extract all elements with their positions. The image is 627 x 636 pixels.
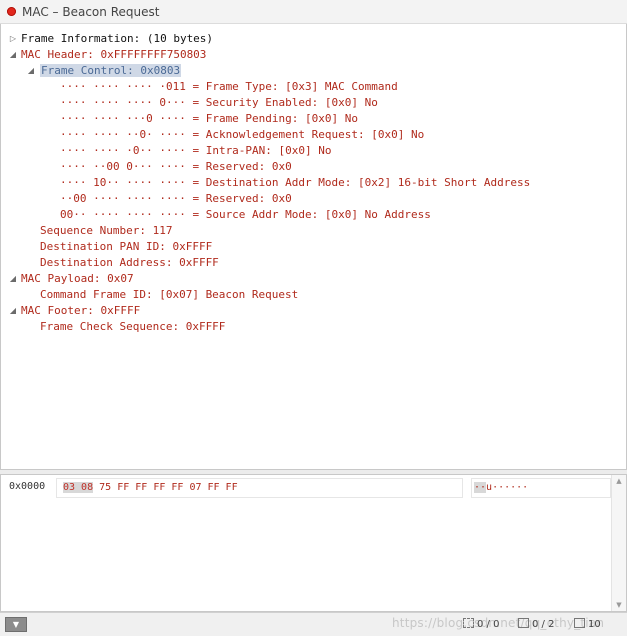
tree-fc-dest-addr-mode[interactable]: ···· 10·· ···· ···· = Destination Addr M… bbox=[60, 175, 530, 191]
hex-vertical-scrollbar[interactable]: ▲ ▼ bbox=[611, 475, 626, 611]
scroll-up-icon[interactable]: ▲ bbox=[612, 475, 626, 487]
status-frames-value: 0 / 0 bbox=[477, 619, 500, 630]
title-bar: MAC – Beacon Request bbox=[0, 0, 627, 24]
collapse-triangle-icon[interactable]: ◢ bbox=[8, 271, 18, 287]
tree-frame-information[interactable]: Frame Information: (10 bytes) bbox=[21, 31, 213, 47]
selected-tree-label: Frame Control: 0x0803 bbox=[40, 64, 182, 77]
hex-highlighted-bytes: 03 08 bbox=[63, 482, 94, 493]
tree-fc-ack-request[interactable]: ···· ···· ··0· ···· = Acknowledgement Re… bbox=[60, 127, 424, 143]
ascii-rest: u······ bbox=[486, 482, 529, 493]
tree-fc-reserved-1[interactable]: ···· ··00 0··· ···· = Reserved: 0x0 bbox=[60, 159, 292, 175]
expand-triangle-icon[interactable]: ▷ bbox=[8, 31, 18, 47]
page-icon bbox=[518, 618, 529, 628]
ascii-bytes[interactable]: ··u······ bbox=[471, 478, 611, 498]
hex-dump-pane[interactable]: 0x0000 03 08 75 FF FF FF FF 07 FF FF ··u… bbox=[0, 474, 627, 612]
tree-frame-control[interactable]: Frame Control: 0x0803 bbox=[40, 63, 182, 79]
hex-offset: 0x0000 bbox=[9, 481, 46, 492]
hex-bytes[interactable]: 03 08 75 FF FF FF FF 07 FF FF bbox=[56, 478, 463, 498]
tree-fc-source-addr-mode[interactable]: 00·· ···· ···· ···· = Source Addr Mode: … bbox=[60, 207, 431, 223]
chevron-down-icon: ▼ bbox=[12, 620, 20, 629]
tree-fc-intra-pan[interactable]: ···· ···· ·0·· ···· = Intra-PAN: [0x0] N… bbox=[60, 143, 332, 159]
collapse-triangle-icon[interactable]: ◢ bbox=[8, 303, 18, 319]
tree-mac-payload[interactable]: MAC Payload: 0x07 bbox=[21, 271, 134, 287]
status-bar: ▼ https://blog.csdn.net/qq_ethy_tian 0 /… bbox=[0, 612, 627, 636]
tree-command-frame-id[interactable]: Command Frame ID: [0x07] Beacon Request bbox=[40, 287, 298, 303]
tree-fc-frame-pending[interactable]: ···· ···· ···0 ···· = Frame Pending: [0x… bbox=[60, 111, 358, 127]
packet-tree[interactable]: ▷ Frame Information: (10 bytes) ◢ MAC He… bbox=[0, 24, 627, 470]
ascii-highlight: ·· bbox=[474, 482, 487, 493]
tree-destination-address[interactable]: Destination Address: 0xFFFF bbox=[40, 255, 219, 271]
status-pages: 0 / 2 bbox=[518, 618, 554, 632]
tree-destination-pan-id[interactable]: Destination PAN ID: 0xFFFF bbox=[40, 239, 212, 255]
collapse-triangle-icon[interactable]: ◢ bbox=[26, 63, 36, 79]
scroll-down-icon[interactable]: ▼ bbox=[612, 599, 626, 611]
status-size-value: 10 bbox=[588, 619, 601, 630]
tree-fc-reserved-2[interactable]: ··00 ···· ···· ···· = Reserved: 0x0 bbox=[60, 191, 292, 207]
tree-sequence-number[interactable]: Sequence Number: 117 bbox=[40, 223, 172, 239]
status-size: 10 bbox=[574, 618, 601, 632]
tree-mac-header[interactable]: MAC Header: 0xFFFFFFFF750803 bbox=[21, 47, 206, 63]
tree-mac-footer[interactable]: MAC Footer: 0xFFFF bbox=[21, 303, 140, 319]
frame-selection-icon bbox=[463, 618, 474, 628]
byte-size-icon bbox=[574, 618, 585, 628]
window-title: MAC – Beacon Request bbox=[22, 5, 160, 19]
dropdown-toggle-button[interactable]: ▼ bbox=[5, 617, 27, 632]
tree-frame-check-sequence[interactable]: Frame Check Sequence: 0xFFFF bbox=[40, 319, 225, 335]
tree-fc-security-enabled[interactable]: ···· ···· ···· 0··· = Security Enabled: … bbox=[60, 95, 378, 111]
close-dot-icon[interactable] bbox=[7, 7, 16, 16]
status-frames: 0 / 0 bbox=[463, 618, 499, 632]
collapse-triangle-icon[interactable]: ◢ bbox=[8, 47, 18, 63]
hex-remaining-bytes: 75 FF FF FF FF 07 FF FF bbox=[93, 482, 238, 493]
status-pages-value: 0 / 2 bbox=[532, 619, 555, 630]
tree-fc-frame-type[interactable]: ···· ···· ···· ·011 = Frame Type: [0x3] … bbox=[60, 79, 398, 95]
